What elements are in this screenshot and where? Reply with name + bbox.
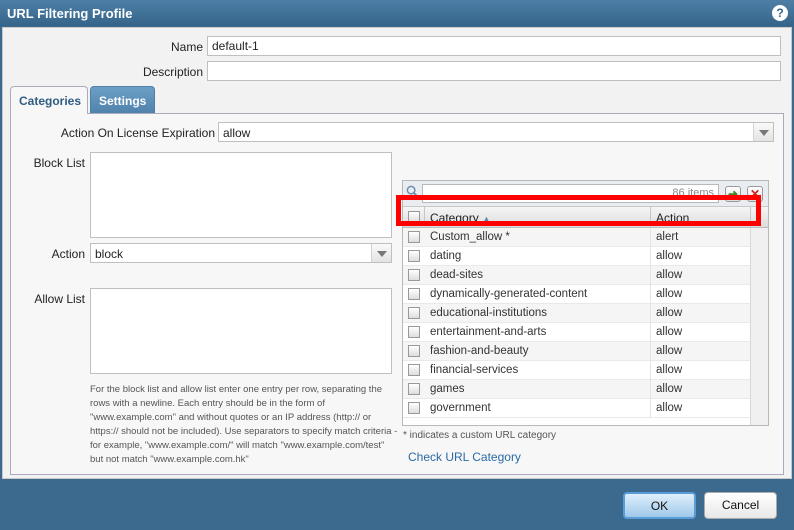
cancel-button[interactable]: Cancel bbox=[704, 492, 777, 519]
name-label: Name bbox=[170, 40, 203, 54]
row-category: Custom_allow * bbox=[430, 231, 510, 243]
action-value: block bbox=[95, 247, 124, 261]
allow-list-textarea[interactable] bbox=[90, 288, 392, 374]
license-expiration-label: Action On License Expiration bbox=[60, 126, 215, 140]
table-row[interactable]: entertainment-and-arts allow bbox=[403, 323, 750, 342]
row-action[interactable]: allow bbox=[656, 288, 682, 300]
row-checkbox[interactable] bbox=[408, 402, 420, 414]
license-expiration-select[interactable]: allow bbox=[218, 122, 774, 142]
tab-categories[interactable]: Categories bbox=[10, 86, 88, 114]
row-checkbox[interactable] bbox=[408, 250, 420, 262]
dialog-body: Name default-1 Description Categories Se… bbox=[2, 27, 792, 479]
table-row[interactable]: government allow bbox=[403, 399, 750, 418]
table-row[interactable]: fashion-and-beauty allow bbox=[403, 342, 750, 361]
action-label: Action bbox=[51, 247, 85, 261]
check-url-category-link[interactable]: Check URL Category bbox=[408, 450, 521, 464]
table-row[interactable]: Custom_allow * alert bbox=[403, 228, 750, 247]
grid-rows: Custom_allow * alert dating allow dead-sit… bbox=[403, 228, 750, 418]
help-text: For the block list and allow list enter … bbox=[90, 384, 398, 465]
row-action[interactable]: allow bbox=[656, 364, 682, 376]
description-input[interactable] bbox=[207, 61, 781, 81]
row-action[interactable]: allow bbox=[656, 326, 682, 338]
allow-list-label: Allow List bbox=[34, 292, 85, 306]
row-checkbox[interactable] bbox=[408, 383, 420, 395]
row-category: financial-services bbox=[430, 364, 519, 376]
ok-button[interactable]: OK bbox=[623, 492, 696, 519]
row-checkbox[interactable] bbox=[408, 269, 420, 281]
row-checkbox[interactable] bbox=[408, 288, 420, 300]
table-row[interactable]: games allow bbox=[403, 380, 750, 399]
help-icon[interactable]: ? bbox=[772, 5, 788, 21]
highlight-box bbox=[396, 195, 761, 226]
action-select[interactable]: block bbox=[90, 243, 392, 263]
row-action[interactable]: alert bbox=[656, 231, 678, 243]
row-category: entertainment-and-arts bbox=[430, 326, 547, 338]
row-action[interactable]: allow bbox=[656, 250, 682, 262]
row-checkbox[interactable] bbox=[408, 307, 420, 319]
row-category: dynamically-generated-content bbox=[430, 288, 588, 300]
table-row[interactable]: educational-institutions allow bbox=[403, 304, 750, 323]
grid-scrollbar[interactable] bbox=[750, 228, 768, 425]
license-expiration-value: allow bbox=[223, 126, 251, 140]
table-row[interactable]: dating allow bbox=[403, 247, 750, 266]
block-list-textarea[interactable] bbox=[90, 152, 392, 238]
row-checkbox[interactable] bbox=[408, 345, 420, 357]
row-category: dead-sites bbox=[430, 269, 484, 281]
description-label: Description bbox=[142, 65, 203, 79]
row-action[interactable]: allow bbox=[656, 269, 682, 281]
block-list-label: Block List bbox=[33, 156, 85, 170]
window-title: URL Filtering Profile bbox=[7, 6, 133, 21]
row-action[interactable]: allow bbox=[656, 383, 682, 395]
row-checkbox[interactable] bbox=[408, 326, 420, 338]
table-row[interactable]: financial-services allow bbox=[403, 361, 750, 380]
custom-category-note: * indicates a custom URL category bbox=[403, 430, 557, 441]
row-action[interactable]: allow bbox=[656, 402, 682, 414]
name-input[interactable]: default-1 bbox=[207, 36, 781, 56]
row-category: government bbox=[430, 402, 491, 414]
chevron-down-icon[interactable] bbox=[753, 123, 773, 141]
row-category: educational-institutions bbox=[430, 307, 547, 319]
chevron-down-icon[interactable] bbox=[371, 244, 391, 262]
row-action[interactable]: allow bbox=[656, 307, 682, 319]
title-bar: URL Filtering Profile ? bbox=[0, 0, 794, 26]
row-checkbox[interactable] bbox=[408, 231, 420, 243]
row-category: fashion-and-beauty bbox=[430, 345, 529, 357]
row-category: games bbox=[430, 383, 465, 395]
table-row[interactable]: dynamically-generated-content allow bbox=[403, 285, 750, 304]
categories-panel: Action On License Expiration allow Block… bbox=[10, 113, 784, 475]
row-action[interactable]: allow bbox=[656, 345, 682, 357]
row-category: dating bbox=[430, 250, 462, 262]
table-row[interactable]: dead-sites allow bbox=[403, 266, 750, 285]
row-checkbox[interactable] bbox=[408, 364, 420, 376]
tab-settings[interactable]: Settings bbox=[90, 86, 155, 113]
